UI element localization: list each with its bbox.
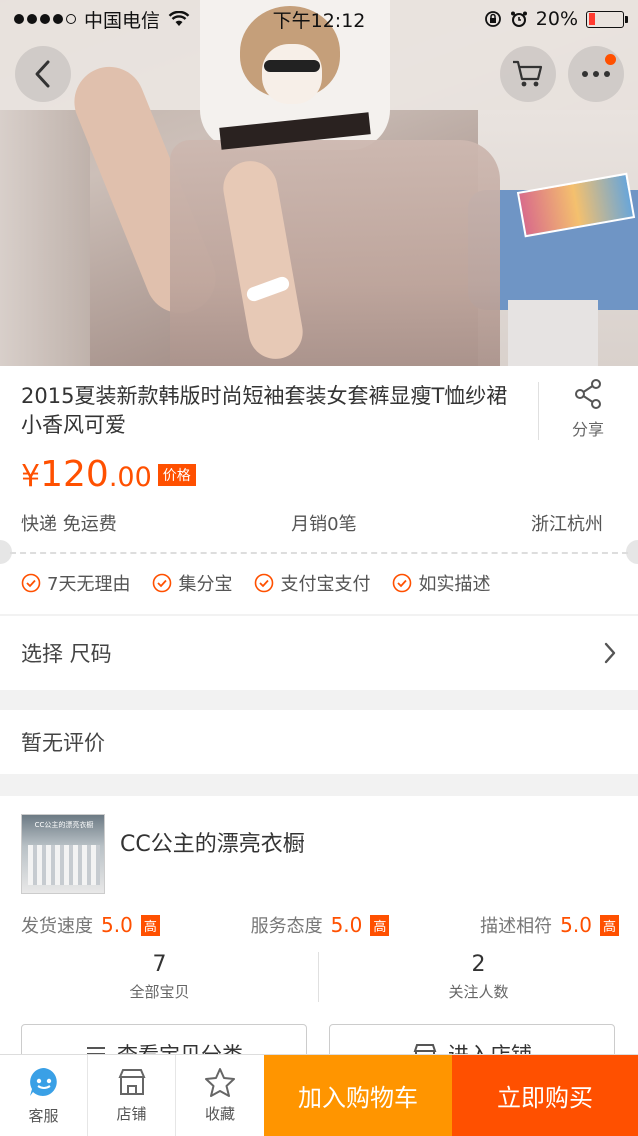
- more-button[interactable]: [568, 46, 624, 102]
- alarm-icon: [510, 11, 527, 27]
- guarantee-item: 集分宝: [152, 570, 232, 596]
- photo-stool-leg: [508, 300, 598, 366]
- tab-shop[interactable]: 店铺: [88, 1055, 176, 1136]
- check-circle-icon: [255, 573, 274, 593]
- rating-badge: 高: [140, 914, 160, 936]
- photo-skirt: [170, 140, 500, 366]
- monthly-sales: 月销0笔: [291, 514, 357, 535]
- photo-print-glasses: [264, 60, 320, 72]
- product-title: 2015夏装新款韩版时尚短袖套装女套裤显瘦T恤纱裙小香风可爱: [21, 384, 508, 437]
- chevron-right-icon: [604, 642, 616, 664]
- share-icon: [575, 379, 601, 409]
- tab-customer-service[interactable]: 客服: [0, 1055, 88, 1136]
- guarantee-item: 7天无理由: [21, 570, 130, 596]
- notification-dot: [605, 54, 616, 65]
- share-label: 分享: [571, 420, 604, 439]
- more-dots-icon: [582, 71, 610, 77]
- dashed-divider: [10, 552, 628, 554]
- stat-all-items[interactable]: 7 全部宝贝: [0, 952, 319, 1006]
- star-icon: [205, 1068, 235, 1097]
- product-info: 2015夏装新款韩版时尚短袖套装女套裤显瘦T恤纱裙小香风可爱 分享 ¥ 120 …: [0, 366, 638, 614]
- select-size-label: 选择 尺码: [21, 642, 112, 666]
- status-bar: 中国电信 下午12:12 20%: [0, 0, 638, 38]
- reviews-label: 暂无评价: [21, 731, 105, 755]
- price-decimal: .00: [108, 462, 152, 493]
- shop-stats: 7 全部宝贝 2 关注人数: [0, 952, 638, 1006]
- price-integer: 120: [40, 454, 109, 495]
- shop-ratings: 发货速度 5.0 高 服务态度 5.0 高 描述相符 5.0 高: [21, 912, 619, 938]
- reviews-row[interactable]: 暂无评价: [0, 710, 638, 774]
- battery-percent: 20%: [535, 8, 578, 30]
- service-chat-icon: [29, 1068, 57, 1096]
- photo-wall: [0, 110, 90, 366]
- add-to-cart-button[interactable]: 加入购物车: [264, 1055, 452, 1136]
- photo-print-face: [262, 44, 322, 104]
- wifi-icon: [168, 11, 190, 26]
- rotation-lock-icon: [484, 11, 501, 27]
- rating-item: 描述相符 5.0 高: [480, 912, 619, 938]
- battery-icon: [586, 10, 628, 28]
- bottom-action-bar: 客服 店铺 收藏 加入购物车 立即购买: [0, 1054, 638, 1136]
- cart-icon: [513, 60, 543, 87]
- rating-item: 发货速度 5.0 高: [21, 912, 160, 938]
- guarantee-item: 如实描述: [392, 570, 490, 596]
- stat-followers[interactable]: 2 关注人数: [319, 952, 638, 1006]
- price: ¥ 120 .00 价格: [21, 454, 196, 495]
- divider: [318, 952, 319, 1002]
- service-guarantees[interactable]: 7天无理由 集分宝 支付宝支付 如实描述: [21, 570, 490, 596]
- guarantee-item: 支付宝支付: [254, 570, 370, 596]
- back-button[interactable]: [15, 46, 71, 102]
- price-symbol: ¥: [21, 459, 41, 494]
- rating-item: 服务态度 5.0 高: [251, 912, 390, 938]
- check-circle-icon: [393, 573, 412, 593]
- price-tag: 价格: [157, 464, 196, 486]
- chevron-left-icon: [35, 60, 50, 88]
- shop-logo-racks: [28, 845, 100, 885]
- ship-location: 浙江杭州: [531, 514, 603, 535]
- shop-name[interactable]: CC公主的漂亮衣橱: [120, 826, 305, 858]
- share-button[interactable]: 分享: [560, 378, 616, 440]
- shipping-info: 快递 免运费 月销0笔 浙江杭州: [21, 510, 603, 536]
- shipping-fee: 快递 免运费: [21, 514, 117, 535]
- cart-button[interactable]: [500, 46, 556, 102]
- rating-badge: 高: [370, 914, 390, 936]
- check-circle-icon: [153, 573, 172, 593]
- check-circle-icon: [21, 573, 41, 593]
- carrier: 中国电信: [84, 9, 161, 32]
- tab-favorite[interactable]: 收藏: [176, 1055, 264, 1136]
- shop-logo-text: CC公主的漂亮衣橱: [34, 821, 94, 829]
- buy-now-button[interactable]: 立即购买: [452, 1055, 638, 1136]
- shop-icon: [117, 1069, 146, 1095]
- shop-card: CC公主的漂亮衣橱 CC公主的漂亮衣橱 发货速度 5.0 高 服务态度 5.0 …: [0, 796, 638, 1084]
- signal-icon: [14, 14, 76, 24]
- select-size-row[interactable]: 选择 尺码: [0, 616, 638, 690]
- rating-badge: 高: [599, 914, 619, 936]
- divider: [538, 382, 539, 440]
- shop-logo[interactable]: CC公主的漂亮衣橱: [21, 814, 105, 894]
